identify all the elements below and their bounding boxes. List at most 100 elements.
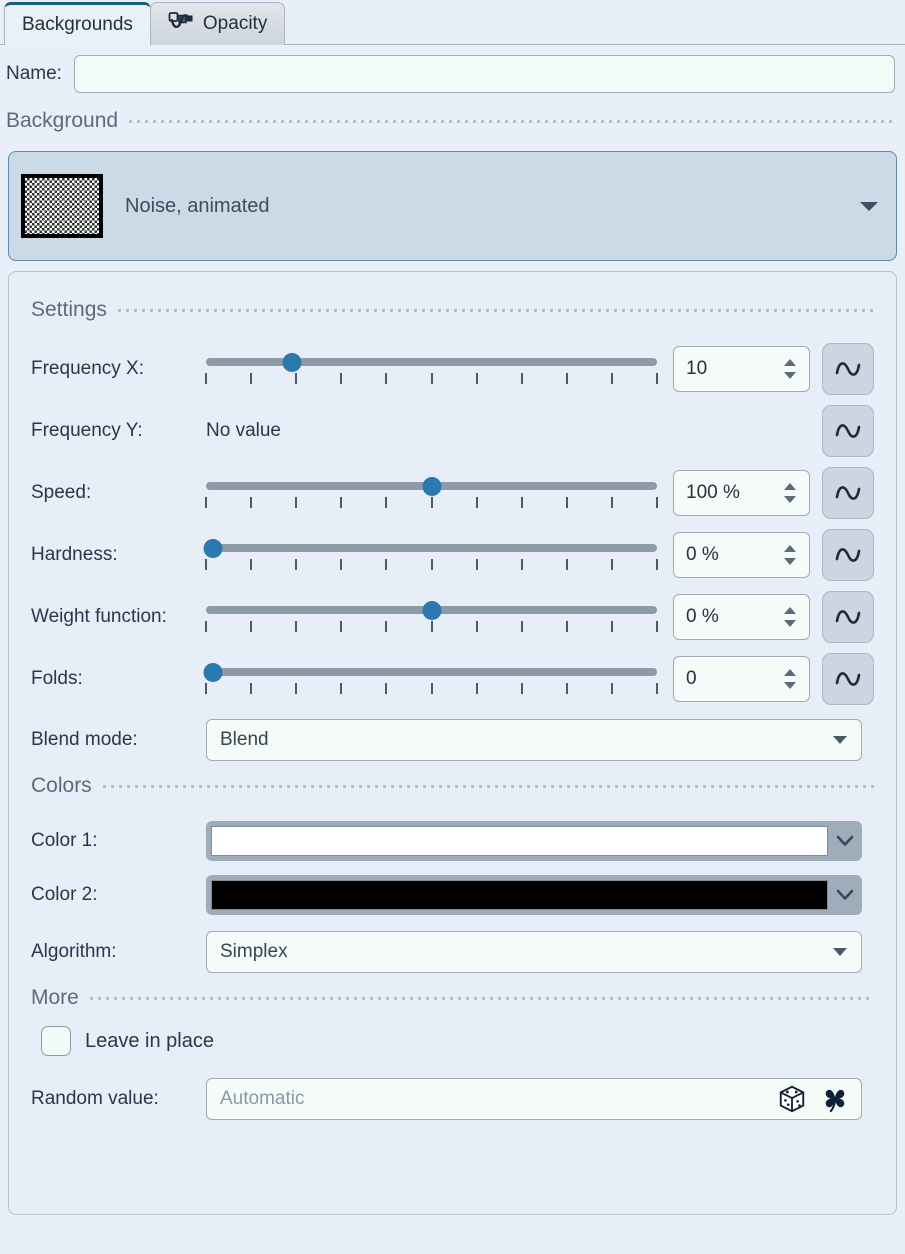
hardness-slider[interactable]	[206, 533, 657, 577]
tab-opacity[interactable]: Opacity	[150, 2, 285, 45]
frequency-x-spinbox[interactable]: 10	[673, 346, 810, 392]
background-selector-label: Noise, animated	[125, 195, 270, 218]
clover-icon[interactable]	[821, 1084, 849, 1114]
slider-thumb[interactable]	[422, 601, 441, 620]
slider-groove	[206, 668, 657, 676]
spinner-up-icon[interactable]	[784, 359, 796, 366]
folds-label: Folds:	[31, 668, 206, 690]
section-divider	[129, 120, 897, 123]
slider-thumb[interactable]	[282, 353, 301, 372]
frequency-y-value: No value	[206, 420, 822, 442]
weight-function-slider[interactable]	[206, 595, 657, 639]
sine-wave-icon	[833, 480, 863, 506]
tab-opacity-label: Opacity	[203, 13, 267, 35]
chevron-down-icon[interactable]	[828, 834, 862, 848]
section-divider	[103, 785, 874, 788]
slider-thumb[interactable]	[203, 539, 222, 558]
random-value-row: Random value: Automatic	[31, 1072, 874, 1126]
tab-backgrounds-label: Backgrounds	[22, 14, 133, 36]
weight-function-label: Weight function:	[31, 606, 206, 628]
spinner-down-icon[interactable]	[784, 558, 796, 565]
spinner-up-icon[interactable]	[784, 669, 796, 676]
setting-row-color-2: Color 2:	[31, 868, 874, 922]
algorithm-value: Simplex	[220, 941, 288, 963]
spinner-up-icon[interactable]	[784, 545, 796, 552]
weight-function-spinbox[interactable]: 0 %	[673, 594, 810, 640]
sine-wave-icon	[833, 356, 863, 382]
more-section-title: More	[31, 986, 79, 1010]
spinner-arrows[interactable]	[784, 533, 796, 577]
color-1-swatch	[211, 826, 828, 856]
section-divider	[118, 309, 874, 312]
dice-icon[interactable]	[777, 1084, 807, 1114]
spinner-down-icon[interactable]	[784, 372, 796, 379]
blend-mode-value: Blend	[220, 729, 269, 751]
slider-ticks	[206, 373, 657, 386]
folds-value: 0	[686, 668, 697, 690]
speed-spinbox[interactable]: 100 %	[673, 470, 810, 516]
name-input[interactable]	[74, 55, 895, 93]
spinner-arrows[interactable]	[784, 347, 796, 391]
color-2-label: Color 2:	[31, 884, 206, 906]
colors-section-header: Colors	[31, 774, 874, 798]
frequency-x-slider[interactable]	[206, 347, 657, 391]
spinner-up-icon[interactable]	[784, 483, 796, 490]
setting-row-frequency-y: Frequency Y: No value	[31, 400, 874, 462]
background-section-header: Background	[0, 93, 905, 133]
settings-section-header: Settings	[31, 298, 874, 322]
slider-thumb[interactable]	[422, 477, 441, 496]
color-1-picker[interactable]	[206, 821, 862, 861]
frequency-x-sine-button[interactable]	[822, 343, 874, 395]
tab-backgrounds[interactable]: Backgrounds	[4, 2, 151, 45]
slider-thumb[interactable]	[203, 663, 222, 682]
setting-row-blend-mode: Blend mode: Blend	[31, 710, 874, 770]
speed-label: Speed:	[31, 482, 206, 504]
spinner-arrows[interactable]	[784, 595, 796, 639]
algorithm-dropdown[interactable]: Simplex	[206, 931, 862, 973]
settings-panel: Settings Frequency X: 10 Frequency Y: No…	[8, 271, 897, 1215]
chevron-down-icon	[860, 202, 878, 211]
hardness-spinbox[interactable]: 0 %	[673, 532, 810, 578]
section-divider	[90, 997, 874, 1000]
slider-groove	[206, 358, 657, 366]
frequency-x-value: 10	[686, 358, 707, 380]
leave-in-place-checkbox[interactable]	[41, 1026, 71, 1056]
hardness-value: 0 %	[686, 544, 719, 566]
slider-ticks	[206, 683, 657, 696]
dropdown-arrow-icon	[833, 948, 847, 956]
speed-slider[interactable]	[206, 471, 657, 515]
random-value-field[interactable]: Automatic	[206, 1078, 862, 1120]
random-value-label: Random value:	[31, 1088, 206, 1110]
setting-row-folds: Folds: 0	[31, 648, 874, 710]
color-2-swatch	[211, 880, 828, 910]
folds-spinbox[interactable]: 0	[673, 656, 810, 702]
frequency-y-sine-button[interactable]	[822, 405, 874, 457]
spinner-up-icon[interactable]	[784, 607, 796, 614]
leave-in-place-label: Leave in place	[85, 1030, 214, 1053]
weight-function-value: 0 %	[686, 606, 719, 628]
hardness-label: Hardness:	[31, 544, 206, 566]
hardness-sine-button[interactable]	[822, 529, 874, 581]
spinner-down-icon[interactable]	[784, 620, 796, 627]
chevron-down-icon[interactable]	[828, 888, 862, 902]
background-selector-combo[interactable]: Noise, animated	[8, 151, 897, 261]
spinner-arrows[interactable]	[784, 657, 796, 701]
spinner-down-icon[interactable]	[784, 682, 796, 689]
spinner-down-icon[interactable]	[784, 496, 796, 503]
dropdown-arrow-icon	[833, 736, 847, 744]
background-section-title: Background	[6, 109, 118, 133]
sine-wave-icon	[833, 666, 863, 692]
setting-row-color-1: Color 1:	[31, 814, 874, 868]
speed-sine-button[interactable]	[822, 467, 874, 519]
folds-slider[interactable]	[206, 657, 657, 701]
folds-sine-button[interactable]	[822, 653, 874, 705]
setting-row-speed: Speed: 100 %	[31, 462, 874, 524]
random-value-placeholder: Automatic	[220, 1088, 763, 1110]
spinner-arrows[interactable]	[784, 471, 796, 515]
color-2-picker[interactable]	[206, 875, 862, 915]
weight-function-sine-button[interactable]	[822, 591, 874, 643]
name-row: Name:	[0, 45, 905, 93]
setting-row-algorithm: Algorithm: Simplex	[31, 922, 874, 982]
blend-mode-dropdown[interactable]: Blend	[206, 719, 862, 761]
slider-ticks	[206, 559, 657, 572]
